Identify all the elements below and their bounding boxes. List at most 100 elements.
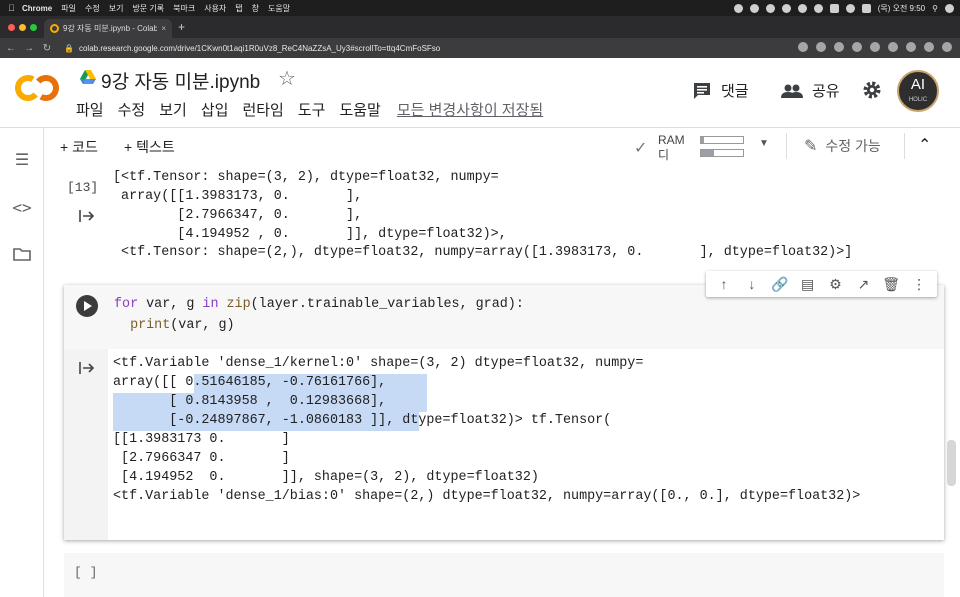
collapse-header-icon[interactable]: ⌃ bbox=[918, 135, 931, 155]
add-text-button[interactable]: + 텍스트 bbox=[124, 137, 175, 157]
code-snippets-icon[interactable]: <> bbox=[12, 198, 32, 218]
edit-mode-button[interactable]: ✎ 수정 가능 bbox=[804, 136, 881, 156]
profile-icon[interactable] bbox=[924, 42, 934, 52]
menu-help[interactable]: 도움말 bbox=[339, 99, 380, 120]
cloud-icon[interactable] bbox=[765, 3, 775, 13]
mac-menu-item[interactable]: 창 bbox=[252, 3, 259, 14]
table-of-contents-icon[interactable]: ☰ bbox=[12, 150, 32, 170]
extension-icon[interactable] bbox=[888, 42, 898, 52]
address-bar-row: ← → ↻ 🔒 colab.research.google.com/drive/… bbox=[0, 38, 960, 58]
mac-menu-item[interactable]: 파일 bbox=[61, 3, 76, 14]
forward-icon[interactable]: → bbox=[22, 43, 36, 54]
tab-close-icon[interactable]: × bbox=[161, 24, 166, 33]
wifi-icon[interactable] bbox=[813, 3, 823, 13]
mac-menu-item[interactable]: 북마크 bbox=[173, 3, 195, 14]
notebook-toolbar: + 코드 + 텍스트 ✓ RAM 디스크 ▼ ✎ 수정 가능 ⌃ bbox=[44, 129, 960, 196]
extension-icon[interactable] bbox=[870, 42, 880, 52]
status-app-icon[interactable] bbox=[781, 3, 791, 13]
battery-icon[interactable] bbox=[861, 3, 871, 13]
bookmark-star-icon[interactable] bbox=[816, 42, 826, 52]
minimize-window-icon[interactable] bbox=[19, 24, 26, 31]
menu-view[interactable]: 보기 bbox=[159, 99, 187, 120]
mac-menu-item[interactable]: 탭 bbox=[235, 3, 242, 14]
mac-menu-item[interactable]: 보기 bbox=[109, 3, 124, 14]
gear-icon bbox=[863, 81, 881, 99]
menu-app-name[interactable]: Chrome bbox=[22, 4, 52, 13]
close-window-icon[interactable] bbox=[8, 24, 15, 31]
url-field[interactable]: 🔒 colab.research.google.com/drive/1CKwn0… bbox=[64, 44, 440, 53]
new-tab-button[interactable]: + bbox=[178, 20, 185, 34]
folder-icon[interactable] bbox=[12, 246, 32, 266]
run-cell-button[interactable] bbox=[76, 295, 98, 317]
toolbar-divider bbox=[904, 133, 905, 159]
star-icon[interactable]: ☆ bbox=[278, 66, 296, 91]
extensions-puzzle-icon[interactable] bbox=[906, 42, 916, 52]
avatar[interactable]: AI HOLIC bbox=[897, 70, 939, 112]
status-app-icon[interactable] bbox=[733, 3, 743, 13]
dropdown-caret-icon[interactable]: ▼ bbox=[759, 138, 769, 149]
settings-button[interactable] bbox=[862, 80, 882, 100]
save-status[interactable]: 모든 변경사항이 저장됨 bbox=[397, 99, 543, 120]
extension-icon[interactable] bbox=[852, 42, 862, 52]
move-up-icon[interactable]: ↑ bbox=[713, 276, 735, 292]
scrollbar-thumb[interactable] bbox=[947, 440, 956, 486]
output-line: [-0.24897867, -1.0860183 ]], dtype=float… bbox=[113, 413, 612, 428]
empty-code-cell[interactable]: [ ] bbox=[64, 553, 944, 597]
delete-icon[interactable]: 🗑 bbox=[880, 276, 902, 293]
browser-tab[interactable]: 9강 자동 미분.ipynb - Colaborat... × bbox=[44, 19, 172, 38]
cell-output: <tf.Variable 'dense_1/kernel:0' shape=(3… bbox=[64, 349, 944, 540]
mac-menu-item[interactable]: 사용자 bbox=[204, 3, 226, 14]
link-icon[interactable]: 🔗 bbox=[769, 276, 791, 293]
code-line[interactable]: print(var, g) bbox=[114, 318, 234, 333]
pencil-icon: ✎ bbox=[804, 138, 818, 155]
ram-bar bbox=[700, 136, 744, 144]
ram-bar-fill bbox=[701, 137, 705, 143]
colab-favicon-icon bbox=[50, 24, 59, 33]
tab-title: 9강 자동 미분.ipynb - Colaborat... bbox=[63, 24, 158, 33]
apple-icon[interactable]:  bbox=[8, 3, 22, 13]
more-vert-icon[interactable]: ⋮ bbox=[908, 276, 930, 293]
output-line: [ 0.8143958 , 0.12983668], bbox=[113, 394, 387, 409]
output-actions-icon[interactable] bbox=[79, 361, 95, 375]
open-in-new-icon[interactable]: ↗ bbox=[852, 276, 874, 293]
code-line[interactable]: for var, g in zip(layer.trainable_variab… bbox=[114, 297, 524, 312]
comment-label: 댓글 bbox=[721, 83, 749, 100]
zoom-window-icon[interactable] bbox=[30, 24, 37, 31]
menu-file[interactable]: 파일 bbox=[76, 99, 104, 120]
people-icon bbox=[781, 84, 803, 98]
menu-runtime[interactable]: 런타임 bbox=[242, 99, 283, 120]
comment-button[interactable]: 댓글 bbox=[692, 80, 749, 101]
code-cell[interactable]: for var, g in zip(layer.trainable_variab… bbox=[64, 271, 944, 540]
clock[interactable]: (목) 오전 9:50 bbox=[878, 3, 925, 14]
mac-menu-item[interactable]: 방문 기록 bbox=[132, 3, 164, 14]
output-line: [[1.3983173 0. ] bbox=[113, 432, 290, 447]
google-drive-icon[interactable] bbox=[80, 70, 96, 84]
back-icon[interactable]: ← bbox=[4, 43, 18, 54]
cell-settings-icon[interactable]: ⚙ bbox=[824, 276, 846, 293]
menu-edit[interactable]: 수정 bbox=[118, 99, 146, 120]
menu-tools[interactable]: 도구 bbox=[298, 99, 326, 120]
output-line: [4.194952 0. ]], shape=(3, 2), dtype=flo… bbox=[113, 470, 539, 485]
move-down-icon[interactable]: ↓ bbox=[741, 276, 763, 292]
chrome-menu-icon[interactable] bbox=[942, 42, 952, 52]
status-app-icon[interactable] bbox=[749, 3, 759, 13]
share-button[interactable]: 공유 bbox=[781, 80, 840, 101]
mac-menu-item[interactable]: 도움말 bbox=[268, 3, 290, 14]
status-app-icon[interactable] bbox=[797, 3, 807, 13]
control-center-icon[interactable] bbox=[945, 3, 954, 13]
output-line: <tf.Variable 'dense_1/kernel:0' shape=(3… bbox=[113, 356, 644, 371]
zoom-icon[interactable] bbox=[798, 42, 808, 52]
add-code-button[interactable]: + 코드 bbox=[60, 137, 98, 157]
extension-icon[interactable] bbox=[834, 42, 844, 52]
input-source-icon[interactable] bbox=[829, 3, 839, 13]
mac-menu-item[interactable]: 수정 bbox=[85, 3, 100, 14]
spotlight-icon[interactable]: ⚲ bbox=[932, 4, 938, 13]
colab-logo-icon[interactable] bbox=[14, 74, 60, 102]
comment-icon[interactable]: ▤ bbox=[797, 276, 819, 293]
output-actions-icon[interactable] bbox=[79, 209, 95, 223]
notebook-title[interactable]: 9강 자동 미분.ipynb bbox=[101, 67, 260, 94]
reload-icon[interactable]: ↻ bbox=[40, 43, 54, 54]
status-area: (목) 오전 9:50 ⚲ bbox=[733, 0, 954, 16]
volume-icon[interactable] bbox=[845, 3, 855, 13]
menu-insert[interactable]: 삽입 bbox=[201, 99, 229, 120]
